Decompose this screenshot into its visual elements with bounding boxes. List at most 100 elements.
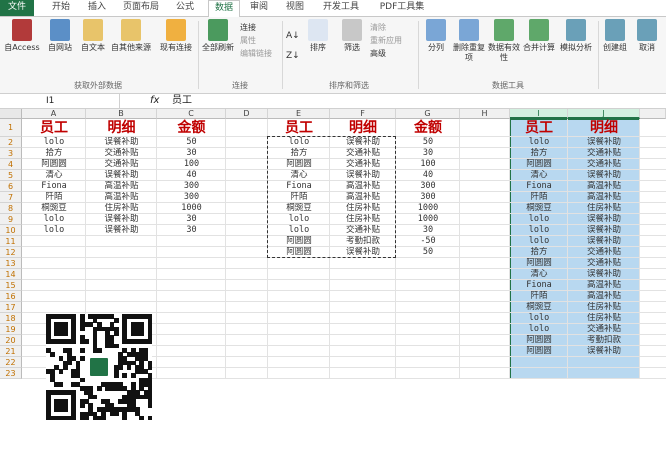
table2-cell[interactable]: -50 xyxy=(396,236,460,247)
tab-developer[interactable]: 开发工具 xyxy=(316,0,366,16)
table3-cell[interactable]: lolo xyxy=(510,137,568,148)
table1-cell[interactable]: 1000 xyxy=(157,203,226,214)
table2-cell[interactable]: 100 xyxy=(396,159,460,170)
data-validation-button[interactable]: 数据有效性 xyxy=(488,19,520,63)
table2-cell[interactable]: 50 xyxy=(396,247,460,258)
tab-home[interactable]: 开始 xyxy=(46,0,76,16)
table3-cell[interactable]: 阿圆圆 xyxy=(510,159,568,170)
column-header-f[interactable]: F xyxy=(330,109,396,119)
row-header-16[interactable]: 16 xyxy=(0,291,22,302)
tab-data[interactable]: 数据 xyxy=(208,0,240,18)
table3-cell[interactable]: 桐豌豆 xyxy=(510,203,568,214)
table2-cell[interactable]: 1000 xyxy=(396,214,460,225)
table1-cell[interactable]: 清心 xyxy=(22,170,86,181)
table3-cell[interactable]: 住房补贴 xyxy=(568,302,640,313)
table1-cell[interactable]: 交通补贴 xyxy=(86,159,157,170)
table1-cell[interactable]: 拾方 xyxy=(22,148,86,159)
table1-cell[interactable]: 50 xyxy=(157,137,226,148)
tab-insert[interactable]: 插入 xyxy=(82,0,112,16)
from-access-button[interactable]: 自Access xyxy=(2,19,42,53)
what-if-button[interactable]: 模拟分析 xyxy=(558,19,594,53)
table1-cell[interactable]: 住房补贴 xyxy=(86,203,157,214)
sort-az-button[interactable]: A↓ xyxy=(286,31,300,41)
tab-file[interactable]: 文件 xyxy=(0,0,34,16)
table1-cell[interactable]: 300 xyxy=(157,181,226,192)
table1-cell[interactable]: 交通补贴 xyxy=(86,148,157,159)
table1-cell[interactable]: Fiona xyxy=(22,181,86,192)
table1-header-2[interactable]: 金额 xyxy=(157,119,226,137)
from-other-sources-button[interactable]: 自其他来源 xyxy=(108,19,154,53)
table3-cell[interactable]: 阿圆圆 xyxy=(510,258,568,269)
existing-connections-button[interactable]: 现有连接 xyxy=(158,19,194,53)
row-header-10[interactable]: 10 xyxy=(0,225,22,236)
group-button[interactable]: 创建组 xyxy=(600,19,630,53)
row-header-9[interactable]: 9 xyxy=(0,214,22,225)
row-header-11[interactable]: 11 xyxy=(0,236,22,247)
row-header-22[interactable]: 22 xyxy=(0,357,22,368)
row-header-8[interactable]: 8 xyxy=(0,203,22,214)
remove-duplicates-button[interactable]: 删除重复项 xyxy=(452,19,486,63)
table3-cell[interactable]: 拾方 xyxy=(510,148,568,159)
name-box[interactable]: I1 xyxy=(0,94,120,108)
table3-cell[interactable]: 桐豌豆 xyxy=(510,302,568,313)
table1-cell[interactable]: 30 xyxy=(157,214,226,225)
row-header-14[interactable]: 14 xyxy=(0,269,22,280)
row-header-3[interactable]: 3 xyxy=(0,148,22,159)
table3-cell[interactable]: 住房补贴 xyxy=(568,313,640,324)
table3-cell[interactable]: 误餐补助 xyxy=(568,236,640,247)
table3-cell[interactable]: lolo xyxy=(510,324,568,335)
table3-cell[interactable]: 误餐补助 xyxy=(568,214,640,225)
table1-header-0[interactable]: 员工 xyxy=(22,119,86,137)
table1-cell[interactable]: 高温补贴 xyxy=(86,192,157,203)
table3-cell[interactable]: lolo xyxy=(510,225,568,236)
refresh-all-button[interactable]: 全部刷新 xyxy=(200,19,236,53)
edit-links-button[interactable]: 编辑链接 xyxy=(240,49,272,59)
table3-cell[interactable]: 阿圆圆 xyxy=(510,346,568,357)
table1-cell[interactable]: 阿圆圆 xyxy=(22,159,86,170)
table3-cell[interactable]: 交通补贴 xyxy=(568,159,640,170)
tab-review[interactable]: 审阅 xyxy=(244,0,274,16)
table2-cell[interactable]: 300 xyxy=(396,181,460,192)
row-header-15[interactable]: 15 xyxy=(0,280,22,291)
row-header-1[interactable]: 1 xyxy=(0,119,22,137)
column-header-h[interactable]: H xyxy=(460,109,510,119)
select-all-corner[interactable] xyxy=(0,109,22,119)
table1-cell[interactable]: 100 xyxy=(157,159,226,170)
column-header-b[interactable]: B xyxy=(86,109,157,119)
row-header-4[interactable]: 4 xyxy=(0,159,22,170)
table2-cell[interactable]: 30 xyxy=(396,225,460,236)
table1-header-1[interactable]: 明细 xyxy=(86,119,157,137)
row-header-17[interactable]: 17 xyxy=(0,302,22,313)
table2-cell[interactable]: 300 xyxy=(396,192,460,203)
reapply-button[interactable]: 重新应用 xyxy=(370,36,402,46)
table3-cell[interactable]: 阿圆圆 xyxy=(510,335,568,346)
text-to-columns-button[interactable]: 分列 xyxy=(422,19,450,53)
table1-cell[interactable]: 40 xyxy=(157,170,226,181)
table3-cell[interactable]: 交通补贴 xyxy=(568,247,640,258)
tab-formulas[interactable]: 公式 xyxy=(170,0,200,16)
table3-cell[interactable]: 清心 xyxy=(510,269,568,280)
table3-cell[interactable]: lolo xyxy=(510,236,568,247)
table3-cell[interactable]: 高温补贴 xyxy=(568,192,640,203)
table3-cell[interactable]: lolo xyxy=(510,313,568,324)
table3-cell[interactable]: 误餐补助 xyxy=(568,137,640,148)
table3-cell[interactable]: Fiona xyxy=(510,181,568,192)
table1-cell[interactable]: 误餐补助 xyxy=(86,225,157,236)
advanced-filter-button[interactable]: 高级 xyxy=(370,49,386,59)
table2-cell[interactable]: 30 xyxy=(396,148,460,159)
table3-cell[interactable]: 考勤扣款 xyxy=(568,335,640,346)
table1-cell[interactable]: 300 xyxy=(157,192,226,203)
table1-cell[interactable]: lolo xyxy=(22,137,86,148)
table3-cell[interactable]: 阡陌 xyxy=(510,192,568,203)
from-text-button[interactable]: 自文本 xyxy=(78,19,108,53)
table3-cell[interactable]: 清心 xyxy=(510,170,568,181)
column-header-c[interactable]: C xyxy=(157,109,226,119)
table3-header-0[interactable]: 员工 xyxy=(510,119,568,137)
table1-cell[interactable]: 30 xyxy=(157,148,226,159)
table3-cell[interactable]: Fiona xyxy=(510,280,568,291)
column-header-d[interactable]: D xyxy=(226,109,268,119)
column-header-e[interactable]: E xyxy=(268,109,330,119)
table3-cell[interactable]: 拾方 xyxy=(510,247,568,258)
table3-cell[interactable]: 高温补贴 xyxy=(568,181,640,192)
from-web-button[interactable]: 自网站 xyxy=(44,19,76,53)
